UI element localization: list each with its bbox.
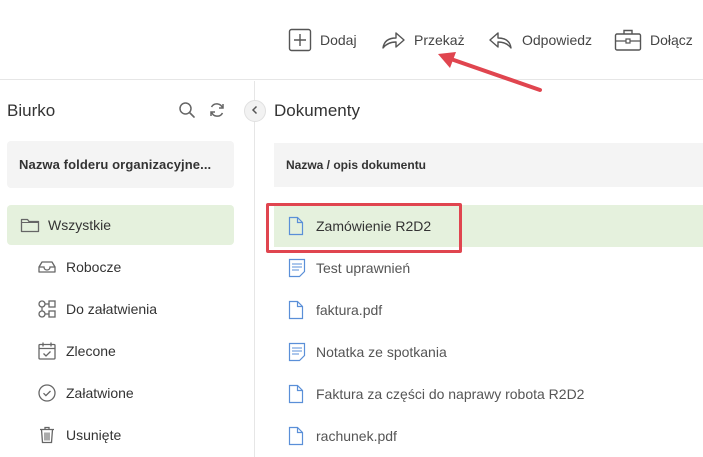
file-icon <box>288 300 304 325</box>
document-name: Faktura za części do naprawy robota R2D2 <box>316 386 585 402</box>
document-row[interactable]: faktura.pdf <box>274 289 703 331</box>
documents-panel: Dokumenty Nazwa / opis dokumentu Zamówie… <box>256 81 703 457</box>
column-header-name[interactable]: Nazwa / opis dokumentu <box>274 143 703 187</box>
document-row[interactable]: Notatka ze spotkania <box>274 331 703 373</box>
nav-item-deleted[interactable]: Usunięte <box>7 415 234 455</box>
document-name: rachunek.pdf <box>316 428 397 444</box>
nav-item-to-handle[interactable]: Do załatwienia <box>7 289 234 329</box>
nav-label: Robocze <box>66 259 122 275</box>
file-icon <box>288 426 304 451</box>
document-name: Notatka ze spotkania <box>316 344 447 360</box>
refresh-icon[interactable] <box>208 101 226 124</box>
file-icon <box>288 384 304 409</box>
forward-arrow-icon <box>380 29 406 51</box>
nav-item-done[interactable]: Załatwione <box>7 373 234 413</box>
nav-item-assigned[interactable]: Zlecone <box>7 331 234 371</box>
check-circle-icon <box>37 383 57 408</box>
note-icon <box>288 342 306 367</box>
chevron-left-icon <box>250 102 260 120</box>
attach-label: Dołącz <box>650 32 693 48</box>
folder-name: Nazwa folderu organizacyjne... <box>19 157 212 172</box>
note-icon <box>288 258 306 283</box>
folder-selector[interactable]: Nazwa folderu organizacyjne... <box>7 141 234 188</box>
trash-icon <box>37 425 57 450</box>
document-name: faktura.pdf <box>316 302 383 318</box>
attach-button[interactable]: Dołącz <box>614 24 693 56</box>
collapse-panel-button[interactable] <box>244 100 266 122</box>
workflow-icon <box>37 299 57 324</box>
folder-icon <box>20 215 40 240</box>
reply-label: Odpowiedz <box>522 32 593 48</box>
annotation-arrow <box>438 52 542 92</box>
document-name: Zamówienie R2D2 <box>316 218 432 234</box>
document-name: Test uprawnień <box>316 260 411 276</box>
column-header-label: Nazwa / opis dokumentu <box>286 158 427 172</box>
nav-item-drafts[interactable]: Robocze <box>7 247 234 287</box>
desk-title: Biurko <box>7 101 56 120</box>
nav-label: Do załatwienia <box>66 301 158 317</box>
document-row[interactable]: Faktura za części do naprawy robota R2D2 <box>274 373 703 415</box>
calendar-check-icon <box>37 341 57 366</box>
nav-label: Wszystkie <box>48 217 111 233</box>
inbox-tray-icon <box>37 257 57 282</box>
file-icon <box>288 216 304 241</box>
forward-label: Przekaż <box>414 32 465 48</box>
document-row[interactable]: Test uprawnień <box>274 247 703 289</box>
toolbar: Dodaj Przekaż Odpowiedz Dołącz <box>0 0 703 80</box>
desk-panel: Biurko Nazwa folderu organizacyjne... Ws… <box>0 81 255 457</box>
plus-box-icon <box>288 28 312 52</box>
documents-title: Dokumenty <box>274 101 360 120</box>
search-icon[interactable] <box>178 101 196 124</box>
nav-label: Usunięte <box>66 427 122 443</box>
nav-label: Załatwione <box>66 385 134 401</box>
add-button[interactable]: Dodaj <box>288 24 357 56</box>
document-row[interactable]: Zamówienie R2D2 <box>274 205 703 247</box>
nav-label: Zlecone <box>66 343 116 359</box>
document-row[interactable]: rachunek.pdf <box>274 415 703 457</box>
briefcase-icon <box>614 28 642 52</box>
add-label: Dodaj <box>320 32 357 48</box>
nav-item-all[interactable]: Wszystkie <box>7 205 234 245</box>
